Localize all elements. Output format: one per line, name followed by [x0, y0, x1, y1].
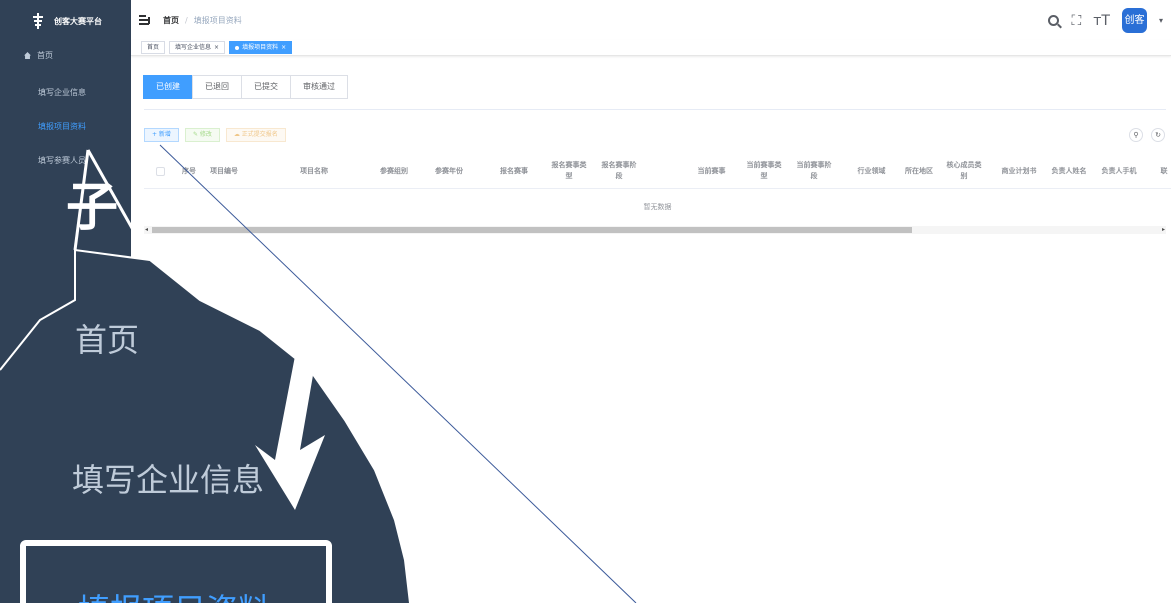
refresh-icon[interactable]: ↻ [1151, 128, 1165, 142]
horizontal-scrollbar[interactable]: ◂ ▸ [144, 226, 1166, 234]
table-column-header: 商业计划书 [1001, 166, 1037, 175]
table-column-header: 项目编号 [210, 166, 238, 175]
chevron-down-icon[interactable]: ▾ [1159, 16, 1163, 25]
empty-text: 暂无数据 [643, 203, 672, 211]
sidebar-item-home[interactable]: 首页 [0, 42, 131, 70]
breadcrumb: 首页 / 填报项目资料 [163, 15, 242, 26]
breadcrumb-current: 填报项目资料 [193, 15, 242, 25]
tag-home[interactable]: 首页 [141, 41, 166, 54]
table-column-header: 所在地区 [905, 166, 933, 175]
avatar[interactable]: 创客 [1121, 8, 1147, 33]
tag-label: 首页 [147, 44, 160, 51]
active-dot-icon [235, 45, 240, 50]
table-column-header: 报名赛事类型 [551, 161, 587, 180]
main-content: 已创建 已退回 已提交 审核通过 + 新增 ✎ 修改 ☁ 正式提交报名 ⚲ ↻ … [131, 56, 1171, 603]
table-tools: ⚲ ↻ [1129, 128, 1165, 142]
table-column-header: 当前赛事 [697, 166, 726, 175]
fullscreen-icon[interactable]: ⛶ [1071, 13, 1081, 29]
scroll-left-icon[interactable]: ◂ [145, 226, 148, 234]
add-button[interactable]: + 新增 [144, 128, 179, 142]
breadcrumb-separator: / [185, 15, 188, 25]
font-size-icon[interactable]: ᴛT [1093, 13, 1110, 29]
sidebar-item-label: 首页 [37, 51, 53, 60]
table-header: 序号 项目编号 项目名称 参赛组别 参赛年份 报名赛事 报名赛事类型 报名赛事阶段 当前赛事 当前… [144, 153, 1171, 189]
tab-approved[interactable]: 审核通过 [290, 75, 348, 99]
table-column-header: 核心成员类别 [946, 161, 982, 180]
sidebar: 创客大赛平台 首页 填写企业信息 填报项目资料 填写参赛人员 [0, 0, 131, 603]
sidebar-item-label: 填写参赛人员 [38, 156, 86, 165]
tab-submitted[interactable]: 已提交 [241, 75, 291, 99]
tags-view: 首页 填写企业信息 × 填报项目资料 × [131, 40, 1171, 56]
table-column-header: 行业领域 [857, 166, 886, 175]
table-column-header: 报名赛事阶段 [601, 161, 637, 180]
table-column-header: 报名赛事 [500, 166, 528, 175]
close-icon[interactable]: × [214, 44, 219, 51]
search-icon[interactable] [1048, 15, 1060, 26]
sidebar-item-label: 填报项目资料 [38, 122, 86, 131]
divider [144, 109, 1166, 110]
app-title: 创客大赛平台 [54, 16, 102, 26]
sidebar-item-project-info[interactable]: 填报项目资料 [0, 110, 131, 144]
table-column-header: 负责人姓名 [1051, 166, 1087, 175]
tag-label: 填写企业信息 [175, 44, 212, 51]
sidebar-item-company-info[interactable]: 填写企业信息 [0, 76, 131, 110]
breadcrumb-home[interactable]: 首页 [163, 15, 179, 26]
scroll-right-icon[interactable]: ▸ [1162, 226, 1165, 234]
navbar-right: ⛶ ᴛT 创客 ▾ [1048, 8, 1163, 33]
edit-button[interactable]: ✎ 修改 [184, 128, 220, 142]
toolbar: + 新增 ✎ 修改 ☁ 正式提交报名 [144, 128, 286, 142]
zoom-partial-char: 子 [66, 178, 119, 238]
app-root: 创客大赛平台 首页 填写企业信息 填报项目资料 填写参赛人员 首页 / 填报项目… [0, 0, 1171, 603]
close-icon[interactable]: × [281, 44, 286, 51]
tag-company-info[interactable]: 填写企业信息 × [169, 41, 226, 54]
table-column-header: 序号 [182, 166, 196, 175]
status-tabs: 已创建 已退回 已提交 审核通过 [143, 75, 348, 99]
brand: 创客大赛平台 [0, 0, 131, 42]
tag-project-info[interactable]: 填报项目资料 × [229, 41, 293, 54]
hamburger-icon[interactable] [139, 14, 153, 26]
tag-label: 填报项目资料 [242, 44, 279, 51]
search-icon[interactable]: ⚲ [1129, 128, 1143, 142]
table-column-header: 项目名称 [300, 166, 328, 175]
platform-logo-icon [30, 12, 46, 30]
scrollbar-thumb[interactable] [152, 227, 912, 233]
zoom-highlight-box [20, 540, 332, 603]
tab-returned[interactable]: 已退回 [192, 75, 242, 99]
select-all-checkbox[interactable] [150, 153, 170, 189]
table-column-header: 当前赛事阶段 [796, 161, 832, 180]
table-column-header: 参赛组别 [380, 166, 408, 175]
table-column-header: 参赛年份 [435, 166, 463, 175]
table-column-header: 当前赛事类型 [746, 161, 782, 180]
tab-created[interactable]: 已创建 [143, 75, 193, 99]
submit-button[interactable]: ☁ 正式提交报名 [225, 128, 286, 142]
sidebar-item-label: 填写企业信息 [38, 88, 86, 97]
home-icon [24, 52, 31, 59]
table-column-header: 联 [1160, 166, 1168, 175]
table-column-header: 负责人手机 [1101, 166, 1137, 175]
navbar: 首页 / 填报项目资料 ⛶ ᴛT 创客 ▾ [131, 0, 1171, 40]
